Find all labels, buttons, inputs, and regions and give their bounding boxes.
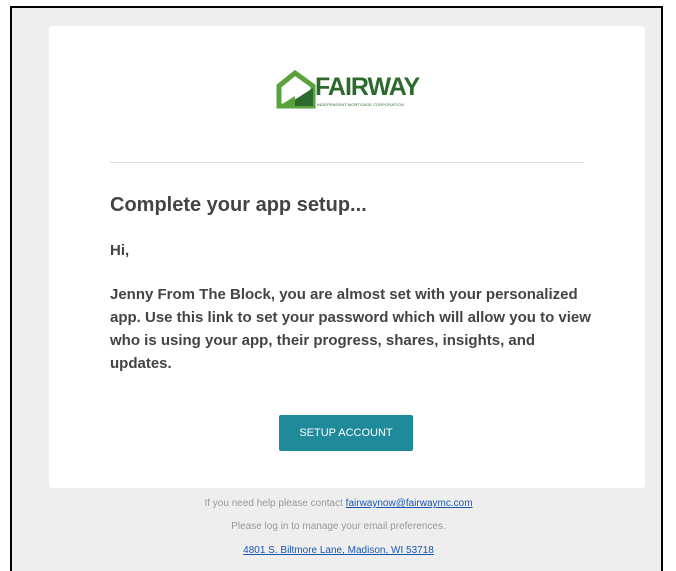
house-logo-icon [276,70,316,109]
body-text: Jenny From The Block, you are almost set… [110,286,591,372]
email-heading: Complete your app setup... [110,194,367,216]
logo-tagline: INDEPENDENT MORTGAGE CORPORATION [317,102,404,107]
address-link[interactable]: 4801 S. Biltmore Lane, Madison, WI 53718 [243,545,434,556]
footer-help-text: If you need help please contact [204,498,346,509]
greeting-text: Hi, [110,242,130,259]
footer-address: 4801 S. Biltmore Lane, Madison, WI 53718 [12,545,665,556]
fairway-logo: FAIRWAY INDEPENDENT MORTGAGE CORPORATION [275,70,425,112]
footer-help: If you need help please contact fairwayn… [12,498,665,509]
setup-account-button[interactable]: SETUP ACCOUNT [279,415,413,451]
footer-preferences: Please log in to manage your email prefe… [231,521,446,532]
email-card: FAIRWAY INDEPENDENT MORTGAGE CORPORATION… [49,26,645,488]
help-email-link[interactable]: fairwaynow@fairwaymc.com [346,498,473,509]
divider [110,162,584,163]
email-frame: FAIRWAY INDEPENDENT MORTGAGE CORPORATION… [10,6,663,571]
logo-wordmark: FAIRWAY [315,73,420,101]
